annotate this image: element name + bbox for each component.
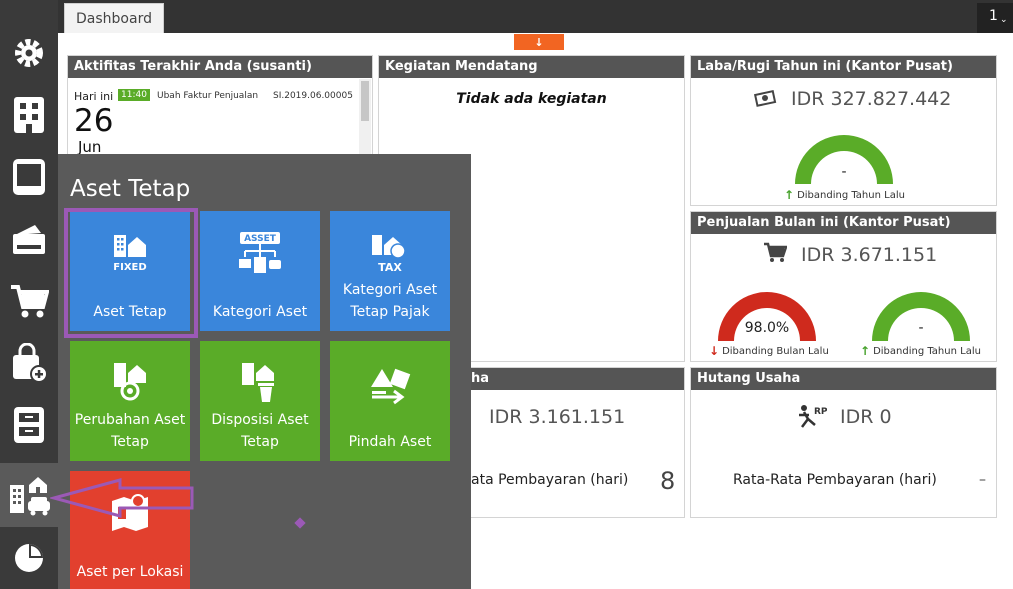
selection-highlight [64,208,198,338]
sales-month-pct: 98.0% [744,320,790,336]
debt-icon: RP [799,405,827,428]
fixed-asset-icon [10,477,50,516]
sidebar-item-reports[interactable] [0,527,58,589]
tile-label: Kategori Aset Tetap Pajak [342,282,438,320]
profit-compare: ↑ Dibanding Tahun Lalu [784,188,905,202]
sidebar-item-company[interactable] [0,84,58,146]
flyout-title: Aset Tetap [70,176,191,202]
building-icon [14,97,44,133]
arrow-up-icon: ↑ [860,344,871,358]
top-bar: Dashboard 1 ⌄ [58,0,1013,33]
tile-label: Perubahan Aset Tetap [74,412,186,450]
notification-counter[interactable]: 1 ⌄ [977,3,1013,33]
asset-change-icon [70,359,190,403]
panel-title: Hutang Usaha [691,368,996,390]
scrollbar-thumb[interactable] [361,81,369,121]
time-badge: 11:40 [118,89,150,101]
sales-amount: IDR 3.671.151 [801,244,938,266]
tax-asset-icon: TAX [330,231,450,275]
payable-avg-value: – [979,472,986,488]
tab-dashboard[interactable]: Dashboard [64,3,164,33]
panel-title-text: ha [471,371,490,386]
tile-label: Kategori Aset [212,304,308,320]
activity-panel: Aktifitas Terakhir Anda (susanti) Hari i… [67,55,373,165]
tile-perubahan-aset-tetap[interactable]: Perubahan Aset Tetap [70,341,190,461]
collapse-button[interactable]: ↓ [514,34,564,50]
day-label: Hari ini [74,90,114,103]
move-asset-icon [330,365,450,409]
arrow-up-icon: ↑ [784,188,795,202]
profit-panel: Laba/Rugi Tahun ini (Kantor Pusat) IDR 3… [690,55,997,206]
wallet-icon [13,225,45,254]
sales-panel: Penjualan Bulan ini (Kantor Pusat) IDR 3… [690,211,997,362]
payable-amount: IDR 0 [840,406,892,428]
svg-text:TAX: TAX [378,261,402,274]
receivable-avg-label: ata Pembayaran (hari) [471,472,629,488]
book-icon [13,159,45,195]
cart-icon [764,242,787,262]
activity-doc[interactable]: SI.2019.06.00005 [273,91,353,101]
tile-label: Pindah Aset [348,434,432,450]
arrow-down-icon: ↓ [709,344,720,358]
asset-disposal-icon [200,359,320,403]
sales-year-compare: ↑ Dibanding Tahun Lalu [860,344,981,358]
payable-avg-label: Rata-Rata Pembayaran (hari) [733,472,937,488]
activity-action[interactable]: Ubah Faktur Penjualan [157,91,258,101]
settings-icon [15,39,43,67]
annotation-arrow-icon [50,478,194,518]
payable-panel: Hutang Usaha RP IDR 0 Rata-Rata Pembayar… [690,367,997,518]
tile-disposisi-aset-tetap[interactable]: Disposisi Aset Tetap [200,341,320,461]
sidebar-item-purchase[interactable] [0,332,58,394]
counter-value: 1 [989,8,998,24]
receivable-amount: IDR 3.161.151 [489,406,626,428]
panel-title: Aktifitas Terakhir Anda (susanti) [68,56,372,78]
scrollbar[interactable] [359,79,371,165]
profit-gauge-value: - [841,164,847,180]
profit-amount: IDR 327.827.442 [791,88,952,110]
chevron-down-icon: ⌄ [1000,15,1008,25]
shopping-bag-add-icon [13,343,48,383]
panel-title: Kegiatan Mendatang [379,56,684,78]
svg-text:RP: RP [814,407,827,417]
svg-text:ASSET: ASSET [244,234,277,244]
receivable-avg-value: 8 [660,467,676,495]
panel-title: Laba/Rugi Tahun ini (Kantor Pusat) [691,56,996,78]
panel-title: Penjualan Bulan ini (Kantor Pusat) [691,212,996,234]
sales-month-compare-label: Dibanding Bulan Lalu [722,345,829,357]
tile-kategori-aset[interactable]: ASSET Kategori Aset [200,211,320,331]
money-icon [753,90,777,107]
sidebar-item-sales[interactable] [0,270,58,332]
sidebar-item-ledger[interactable] [0,146,58,208]
tile-kategori-aset-tetap-pajak[interactable]: TAX Kategori Aset Tetap Pajak [330,211,450,331]
sidebar-item-settings[interactable] [0,22,58,84]
activity-day: 26 [74,103,114,139]
asset-category-icon: ASSET [200,229,320,279]
tile-label: Aset per Lokasi [76,564,184,580]
empty-message: Tidak ada kegiatan [456,91,607,107]
sales-month-compare: ↓ Dibanding Bulan Lalu [709,344,829,358]
sidebar-item-inventory[interactable] [0,394,58,456]
sidebar-item-cash[interactable] [0,208,58,270]
tile-label: Disposisi Aset Tetap [211,412,309,450]
tile-pindah-aset[interactable]: Pindah Aset [330,341,450,461]
cart-icon [11,285,49,318]
cabinet-icon [14,407,44,443]
pie-chart-icon [15,544,43,572]
sales-year-value: - [918,320,924,336]
profit-compare-label: Dibanding Tahun Lalu [797,189,905,201]
sales-year-compare-label: Dibanding Tahun Lalu [873,345,981,357]
